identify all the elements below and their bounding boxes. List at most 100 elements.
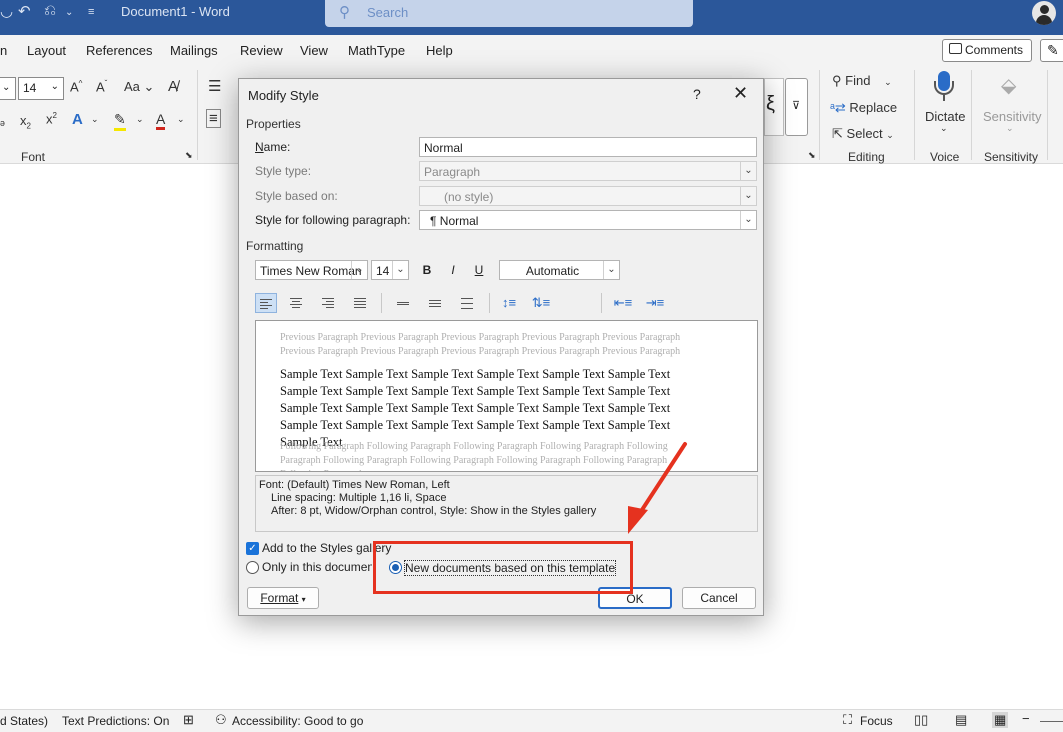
print-layout-icon[interactable]: ▤ — [955, 712, 967, 728]
text-predictions-status[interactable]: Text Predictions: On — [62, 714, 169, 728]
chevron-down-icon[interactable]: ⌄ — [177, 114, 185, 125]
increase-indent-icon[interactable]: ⇥≡ — [645, 293, 665, 313]
name-field[interactable]: Normal — [419, 137, 757, 157]
chevron-down-icon: ⌄ — [1006, 123, 1014, 133]
redo-icon[interactable]: ⎌ — [44, 2, 56, 19]
italic-button[interactable]: I — [443, 260, 463, 280]
help-icon[interactable]: ? — [693, 86, 701, 102]
cancel-button[interactable]: Cancel — [682, 587, 756, 609]
following-paragraph-dropdown[interactable]: ¶ Normal ⌄ — [419, 210, 757, 230]
grow-font-icon[interactable]: A^ — [70, 79, 82, 94]
increase-spacing-icon[interactable]: ↕≡ — [499, 293, 519, 313]
chevron-down-icon[interactable]: ⌄ — [65, 7, 73, 18]
shrink-font-icon[interactable]: Aˇ — [96, 79, 107, 94]
status-bar: d States) Text Predictions: On ⊞ ⚇ Acces… — [0, 709, 1063, 732]
subscript-icon[interactable]: x2 — [20, 113, 31, 131]
tab-references[interactable]: References — [86, 43, 152, 58]
font-name-dropdown[interactable]: ⌄ — [0, 77, 16, 100]
strikethrough-icon[interactable]: ₔ — [0, 113, 5, 128]
justify-icon[interactable] — [350, 293, 372, 313]
decrease-indent-icon[interactable]: ⇤≡ — [613, 293, 633, 313]
microphone-icon[interactable] — [933, 71, 955, 103]
select-button[interactable]: ⇱ Select ⌄ — [832, 126, 894, 142]
title-bar: ◡ ↶ ⎌ ⌄ ≡ Document1 - Word ⚲ Search — [0, 0, 1063, 35]
chevron-down-icon[interactable]: ⌄ — [91, 114, 99, 125]
tab-layout[interactable]: Layout — [27, 43, 66, 58]
tab-mathtype[interactable]: MathType — [348, 43, 405, 58]
font-size-dropdown[interactable]: 14 ⌄ — [371, 260, 409, 280]
zoom-slider[interactable] — [1040, 721, 1063, 722]
font-name-dropdown[interactable]: Times New Roman ⌄ — [255, 260, 368, 280]
tab-review[interactable]: Review — [240, 43, 283, 58]
tab-view[interactable]: View — [300, 43, 328, 58]
tab-help[interactable]: Help — [426, 43, 453, 58]
find-button[interactable]: ⚲ Find ⌄ — [832, 73, 892, 89]
customize-toolbar-icon[interactable]: ≡ — [88, 6, 94, 18]
comments-button[interactable]: Comments — [942, 39, 1032, 62]
focus-button[interactable]: Focus — [860, 714, 893, 728]
font-color-icon[interactable]: A — [156, 111, 166, 130]
replace-button[interactable]: ᵃ⇄ Replace — [830, 100, 897, 116]
change-case-icon[interactable]: Aa ⌄ — [124, 79, 154, 95]
menu-bar: n Layout References Mailings Review View… — [0, 35, 1063, 65]
formatting-header: Formatting — [246, 239, 304, 253]
font-name-value: Times New Roman — [260, 264, 362, 278]
avatar[interactable] — [1032, 1, 1056, 25]
tab-home[interactable]: n — [0, 43, 7, 58]
accessibility-status[interactable]: Accessibility: Good to go — [232, 714, 363, 728]
zoom-out-icon[interactable]: − — [1022, 711, 1030, 726]
font-size-dropdown[interactable]: 14 ⌄ — [18, 77, 64, 100]
only-this-document-radio[interactable] — [246, 561, 259, 574]
align-left-icon[interactable] — [255, 293, 277, 313]
dictate-button[interactable]: Dictate — [925, 109, 965, 124]
accessibility-icon[interactable]: ⚇ — [215, 712, 227, 728]
one-half-spacing-icon[interactable] — [425, 293, 447, 313]
font-color-dropdown[interactable]: Automatic ⌄ — [499, 260, 620, 280]
language-status[interactable]: d States) — [0, 714, 48, 728]
font-size-value: 14 — [376, 264, 390, 278]
double-spacing-icon[interactable] — [457, 293, 479, 313]
clear-formatting-icon[interactable]: A̸ — [168, 78, 178, 95]
web-layout-icon[interactable]: ▦ — [992, 712, 1009, 728]
chevron-down-icon[interactable]: ⌄ — [940, 123, 948, 134]
close-icon[interactable]: ✕ — [733, 83, 748, 104]
editing-mode-button[interactable]: ✎ — [1040, 39, 1063, 62]
following-paragraph-label: Style for following paragraph: — [255, 213, 411, 227]
preview-previous-paragraph: Previous Paragraph Previous Paragraph Pr… — [280, 332, 681, 357]
sensitivity-button[interactable]: Sensitivity — [983, 109, 1042, 124]
tab-mailings[interactable]: Mailings — [170, 43, 218, 58]
superscript-icon[interactable]: x2 — [46, 111, 57, 126]
replace-label: Replace — [849, 100, 898, 115]
single-spacing-icon[interactable] — [393, 293, 415, 313]
add-to-gallery-label: Add to the Styles gallery — [262, 541, 392, 555]
add-to-gallery-checkbox[interactable]: ✓ — [246, 542, 259, 555]
font-color-value: Automatic — [525, 264, 580, 278]
format-button[interactable]: Format ▾ — [247, 587, 319, 609]
dialog-launcher-icon[interactable]: ⬊ — [808, 150, 816, 161]
focus-icon[interactable]: ⛶ — [843, 712, 852, 728]
dialog-launcher-icon[interactable]: ⬊ — [185, 150, 193, 161]
undo-icon[interactable]: ↶ — [18, 2, 31, 20]
style-based-on-dropdown[interactable]: (no style) ⌄ — [419, 186, 757, 206]
align-left-icon[interactable]: ≡ — [206, 109, 221, 128]
styles-more-button[interactable]: ⊽ — [785, 78, 808, 136]
underline-button[interactable]: U — [469, 260, 489, 280]
highlight-icon[interactable]: ✎ — [114, 111, 126, 131]
style-type-dropdown[interactable]: Paragraph ⌄ — [419, 161, 757, 181]
only-this-document-label: Only in this document — [262, 560, 372, 574]
following-paragraph-value: ¶ Normal — [430, 214, 479, 228]
read-mode-icon[interactable]: ▯▯ — [914, 712, 928, 728]
styles-gallery[interactable]: ξ — [764, 78, 784, 136]
chevron-down-icon[interactable]: ⌄ — [136, 114, 144, 125]
search-icon: ⚲ — [832, 73, 842, 88]
save-icon[interactable]: ◡ — [0, 2, 13, 20]
bullets-icon[interactable]: ☰ — [208, 77, 221, 95]
decrease-spacing-icon[interactable]: ⇅≡ — [531, 293, 551, 313]
text-effects-icon[interactable]: A — [72, 111, 83, 128]
sensitivity-icon: ⬙ — [1001, 75, 1017, 97]
align-center-icon[interactable] — [286, 293, 308, 313]
bold-button[interactable]: B — [417, 260, 437, 280]
align-right-icon[interactable] — [318, 293, 340, 313]
search-box[interactable]: ⚲ Search — [325, 0, 693, 27]
track-changes-icon[interactable]: ⊞ — [183, 712, 194, 728]
